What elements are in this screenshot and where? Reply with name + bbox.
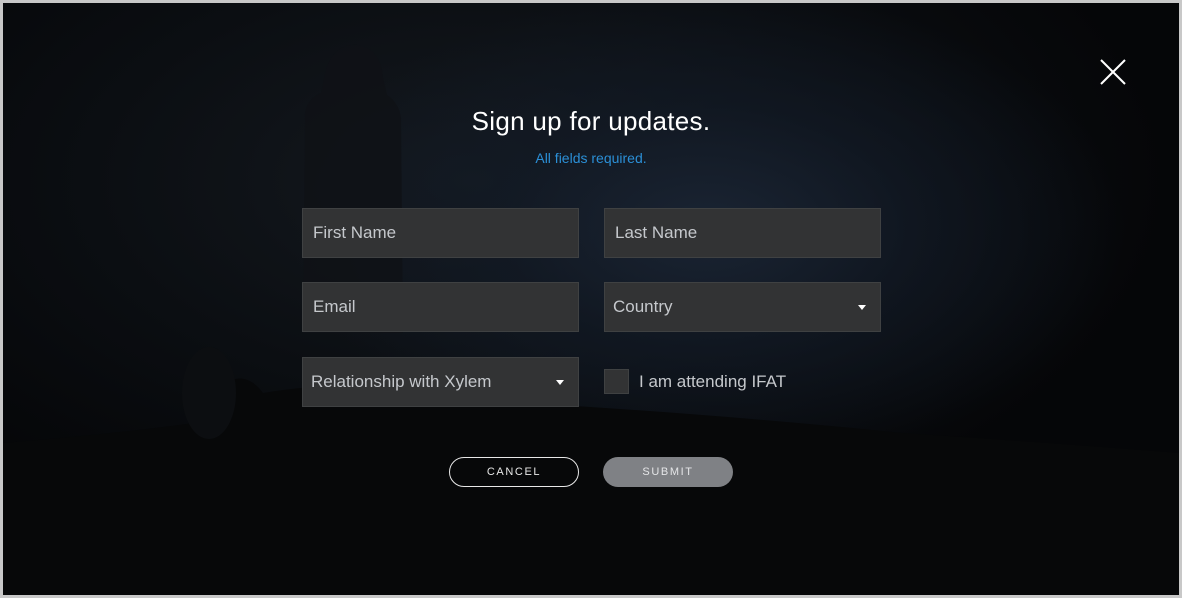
required-note: All fields required. — [535, 150, 647, 166]
last-name-field[interactable] — [604, 208, 881, 258]
first-name-input[interactable] — [311, 208, 570, 258]
submit-button[interactable]: SUBMIT — [603, 457, 733, 487]
country-select[interactable]: Country — [604, 282, 881, 332]
country-select-value: Country — [613, 297, 673, 316]
relationship-select-value: Relationship with Xylem — [311, 372, 492, 391]
cancel-button[interactable]: CANCEL — [449, 457, 579, 487]
close-icon — [1100, 59, 1126, 85]
modal-title: Sign up for updates. — [471, 106, 711, 136]
email-field[interactable] — [302, 282, 579, 332]
first-name-field[interactable] — [302, 208, 579, 258]
ifat-checkbox[interactable] — [604, 369, 629, 394]
close-button[interactable] — [1096, 55, 1130, 89]
signup-modal: Sign up for updates. All fields required… — [3, 3, 1179, 595]
relationship-select[interactable]: Relationship with Xylem — [302, 357, 579, 407]
last-name-input[interactable] — [613, 208, 872, 258]
email-input[interactable] — [311, 282, 570, 332]
chevron-down-icon — [556, 379, 564, 385]
chevron-down-icon — [858, 304, 866, 310]
ifat-checkbox-label: I am attending IFAT — [639, 372, 787, 391]
silhouette-landscape-image — [3, 44, 1179, 595]
